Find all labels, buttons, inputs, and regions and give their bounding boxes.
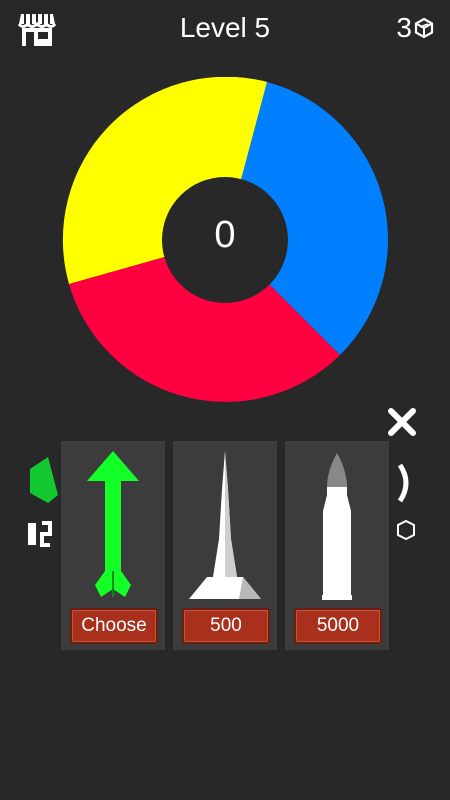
buy-button-500[interactable]: 500	[182, 608, 270, 644]
white-spike-icon	[189, 451, 261, 599]
coin-count: 3	[396, 12, 412, 43]
score-display: 0	[214, 214, 236, 256]
weapon-card-spike[interactable]: 500	[173, 441, 277, 650]
weapon-card-arrow[interactable]: Choose	[61, 441, 165, 650]
choose-button[interactable]: Choose	[70, 608, 158, 644]
top-bar: Level 5 3	[0, 0, 450, 60]
background-ui-fragment-right	[397, 463, 415, 541]
cube-coin-icon	[414, 18, 434, 38]
close-icon[interactable]	[386, 406, 418, 438]
buy-button-5000[interactable]: 5000	[294, 608, 382, 644]
bullet-icon	[322, 453, 352, 600]
green-arrow-icon	[87, 451, 139, 597]
coin-counter: 3	[396, 12, 434, 44]
weapon-card-bullet[interactable]: 5000	[285, 441, 389, 650]
background-ui-fragment-left	[28, 457, 58, 547]
level-title: Level 5	[179, 12, 271, 43]
